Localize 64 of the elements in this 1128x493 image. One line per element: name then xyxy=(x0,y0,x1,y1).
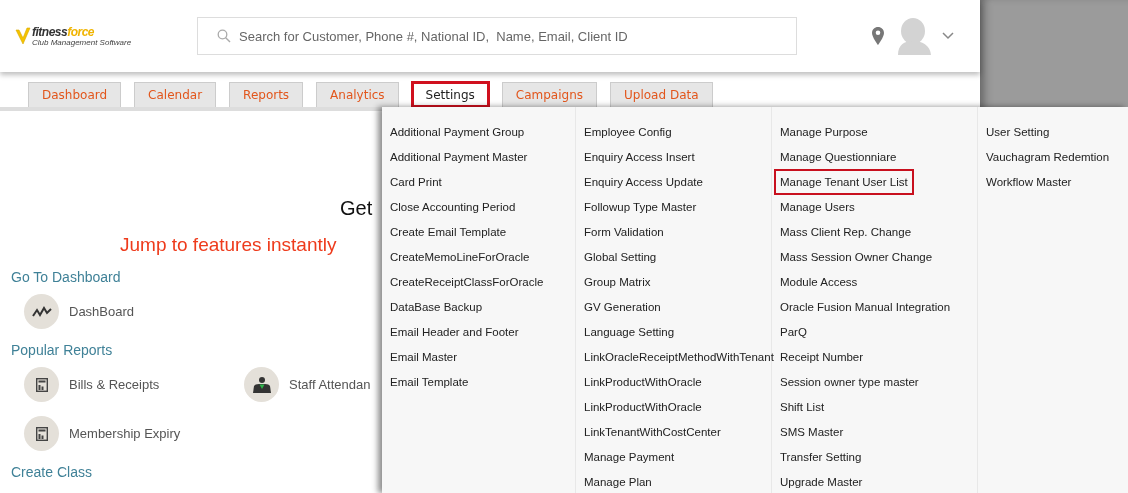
menu-item[interactable]: Global Setting xyxy=(580,245,661,270)
menu-item[interactable]: Manage Tenant User List xyxy=(776,171,912,193)
menu-item[interactable]: Email Template xyxy=(386,370,473,395)
menu-item[interactable]: Email Master xyxy=(386,345,462,370)
feature-icon[interactable] xyxy=(24,367,59,402)
menu-item[interactable]: Receipt Number xyxy=(776,345,868,370)
menu-item[interactable]: Employee Config xyxy=(580,120,676,145)
menu-item[interactable]: Workflow Master xyxy=(982,170,1076,195)
feature-link[interactable]: Staff Attendan xyxy=(289,377,371,392)
menu-item[interactable]: Additional Payment Master xyxy=(386,145,532,170)
menu-item[interactable]: Oracle Fusion Manual Integration xyxy=(776,295,955,320)
feature-link[interactable]: Membership Expiry xyxy=(69,426,181,441)
menu-item[interactable]: LinkProductWithOracle xyxy=(580,370,706,395)
menu-item[interactable]: Mass Session Owner Change xyxy=(776,245,937,270)
feature-icon[interactable] xyxy=(24,294,59,329)
menu-item[interactable]: LinkProductWithOracle xyxy=(580,395,706,420)
menu-item[interactable]: Enquiry Access Insert xyxy=(580,145,699,170)
menu-item[interactable]: Manage Users xyxy=(776,195,859,220)
menu-item[interactable]: Mass Client Rep. Change xyxy=(776,220,916,245)
menu-item[interactable]: Manage Payment xyxy=(580,445,679,470)
menu-item[interactable]: LinkOracleReceiptMethodWithTenant xyxy=(580,345,778,370)
section-heading: Popular Reports xyxy=(11,342,113,358)
menu-item[interactable]: Close Accounting Period xyxy=(386,195,520,220)
menu-item[interactable]: Manage Questionniare xyxy=(776,145,901,170)
menu-item[interactable]: LinkTenantWithCostCenter xyxy=(580,420,725,445)
section-heading: Go To Dashboard xyxy=(11,269,121,285)
feature-link[interactable]: Bills & Receipts xyxy=(69,377,160,392)
nav-tab[interactable]: Settings xyxy=(411,82,489,107)
menu-item[interactable]: GV Generation xyxy=(580,295,665,320)
menu-item[interactable]: Email Header and Footer xyxy=(386,320,523,345)
logo-tagline: Club Management Software xyxy=(32,37,132,47)
menu-item[interactable]: User Setting xyxy=(982,120,1054,145)
feature-icon[interactable] xyxy=(244,367,279,402)
menu-item[interactable]: Card Print xyxy=(386,170,446,195)
menu-item[interactable]: Upgrade Master xyxy=(776,470,867,493)
menu-item[interactable]: Module Access xyxy=(776,270,862,295)
menu-item[interactable]: ParQ xyxy=(776,320,811,345)
search-field[interactable]: Search for Customer, Phone #, National ID, Name, Email, Client ID xyxy=(197,17,797,55)
logo-icon xyxy=(15,27,31,45)
menu-item[interactable]: Shift List xyxy=(776,395,829,420)
page-title: Get xyxy=(340,197,373,220)
page-subtitle: Jump to features instantly xyxy=(120,234,337,256)
logo-wordmark: fitnessforce xyxy=(32,25,96,38)
feature-link[interactable]: DashBoard xyxy=(69,304,135,319)
menu-item[interactable]: Enquiry Access Update xyxy=(580,170,707,195)
menu-item[interactable]: Additional Payment Group xyxy=(386,120,529,145)
menu-item[interactable]: Group Matrix xyxy=(580,270,655,295)
feature-icon[interactable] xyxy=(24,416,59,451)
section-heading: Create Class xyxy=(11,464,92,480)
menu-item[interactable]: Form Validation xyxy=(580,220,668,245)
menu-item[interactable]: Manage Plan xyxy=(580,470,656,493)
menu-item[interactable]: Language Setting xyxy=(580,320,679,345)
menu-item[interactable]: Create Email Template xyxy=(386,220,511,245)
menu-item[interactable]: Transfer Setting xyxy=(776,445,866,470)
menu-item[interactable]: Manage Purpose xyxy=(776,120,872,145)
menu-item[interactable]: Followup Type Master xyxy=(580,195,701,220)
menu-item[interactable]: CreateReceiptClassForOracle xyxy=(386,270,548,295)
menu-item[interactable]: DataBase Backup xyxy=(386,295,487,320)
location-pin-icon[interactable] xyxy=(872,27,884,45)
chevron-down-icon[interactable] xyxy=(942,32,954,40)
menu-item[interactable]: CreateMemoLineForOracle xyxy=(386,245,534,270)
menu-item[interactable]: Vauchagram Redemtion xyxy=(982,145,1114,170)
menu-item[interactable]: SMS Master xyxy=(776,420,848,445)
menu-item[interactable]: Session owner type master xyxy=(776,370,923,395)
